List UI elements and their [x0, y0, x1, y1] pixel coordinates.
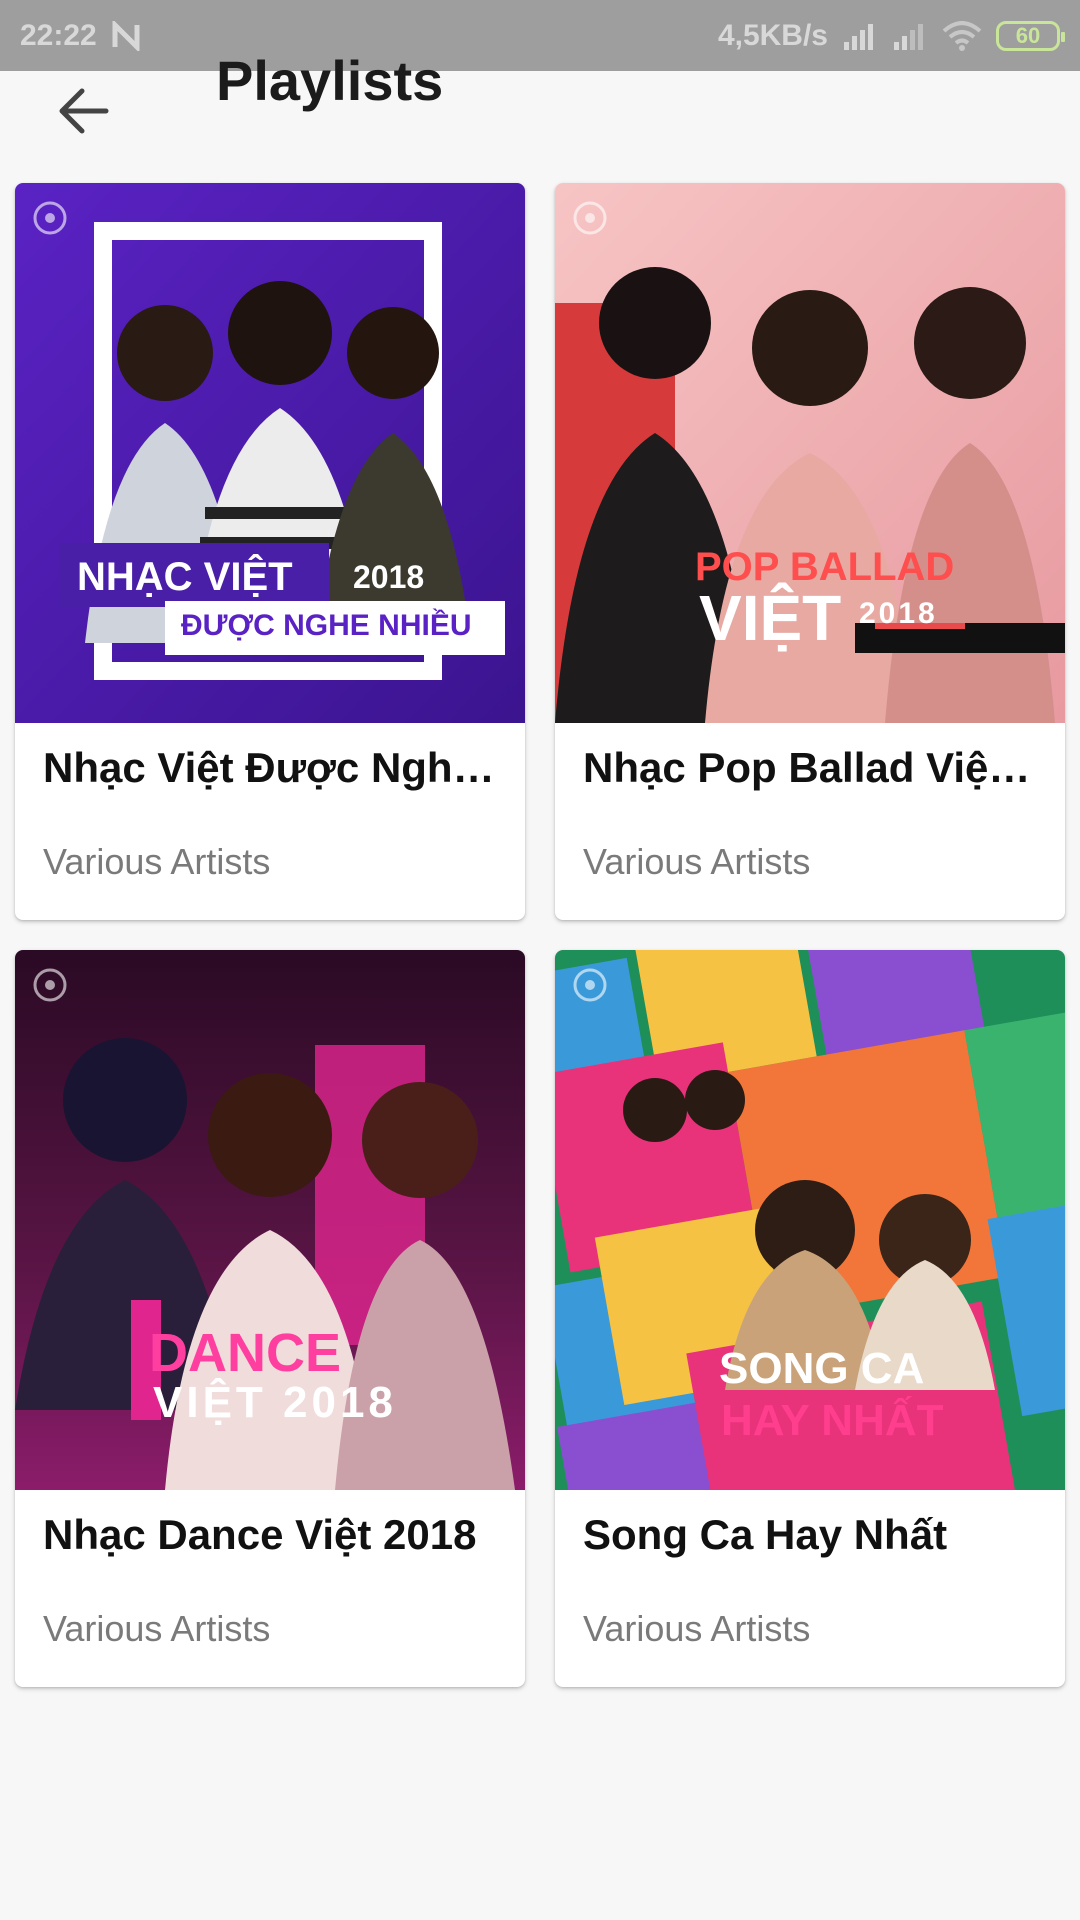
- battery-level: 60: [1015, 22, 1041, 48]
- disc-icon: [33, 968, 67, 1002]
- playlist-title: Song Ca Hay Nhất: [583, 1511, 948, 1558]
- arrow-left-icon: [56, 83, 112, 144]
- status-time: 22:22: [20, 18, 97, 52]
- playlist-artist: Various Artists: [583, 1608, 811, 1649]
- status-bar: 22:22 4,5KB/s 60: [0, 0, 1080, 71]
- cover-text: SONG CA: [719, 1344, 925, 1393]
- playlist-artist: Various Artists: [583, 841, 811, 882]
- card-info: Nhạc Pop Ballad Việt 2018 Various Artist…: [555, 723, 1065, 883]
- playlist-cover: POP BALLAD VIỆT 2018: [555, 183, 1065, 723]
- card-info: Nhạc Dance Việt 2018 Various Artists: [15, 1490, 525, 1650]
- playlist-grid: NHẠC VIỆT 2018 ĐƯỢC NGHE NHIỀU Nhạc Việt…: [15, 183, 1066, 1687]
- notification-n-icon: [111, 20, 141, 51]
- playlist-title: Nhạc Pop Ballad Việt 2018: [583, 744, 1037, 791]
- wifi-icon: [942, 20, 982, 51]
- cover-text: 2018: [859, 597, 938, 630]
- playlist-artist: Various Artists: [43, 841, 271, 882]
- status-bar-right: 4,5KB/s 60: [717, 18, 1065, 53]
- disc-icon: [573, 968, 607, 1002]
- app-header: Playlists: [0, 53, 1080, 175]
- playlist-title: Nhạc Việt Được Nghe Nhiều 2018: [43, 744, 497, 791]
- card-info: Nhạc Việt Được Nghe Nhiều 2018 Various A…: [15, 723, 525, 883]
- cover-text: VIỆT 2018: [153, 1378, 397, 1427]
- back-button[interactable]: [52, 81, 116, 145]
- playlist-card[interactable]: SONG CA HAY NHẤT Song Ca Hay Nhất Variou…: [555, 950, 1065, 1687]
- cover-text: HAY NHẤT: [721, 1396, 944, 1445]
- cover-text: VIỆT: [699, 582, 842, 654]
- playlist-card[interactable]: POP BALLAD VIỆT 2018 Nhạc Pop Ballad Việ…: [555, 183, 1065, 920]
- cover-text: ĐƯỢC NGHE NHIỀU: [181, 609, 472, 642]
- playlist-cover: DANCE VIỆT 2018: [15, 950, 525, 1490]
- disc-icon: [573, 201, 607, 235]
- signal-icon: [892, 22, 928, 50]
- signal-icon: [842, 22, 878, 50]
- playlist-title: Nhạc Dance Việt 2018: [43, 1511, 477, 1558]
- page-title: Playlists: [216, 49, 444, 112]
- status-bar-left: 22:22: [20, 19, 141, 53]
- playlist-cover: SONG CA HAY NHẤT: [555, 950, 1065, 1490]
- card-info: Song Ca Hay Nhất Various Artists: [555, 1490, 1065, 1650]
- playlist-card[interactable]: NHẠC VIỆT 2018 ĐƯỢC NGHE NHIỀU Nhạc Việt…: [15, 183, 525, 920]
- playlist-artist: Various Artists: [43, 1608, 271, 1649]
- network-speed: 4,5KB/s: [717, 18, 828, 52]
- cover-text: DANCE: [149, 1323, 342, 1383]
- disc-icon: [33, 201, 67, 235]
- playlist-card[interactable]: DANCE VIỆT 2018 Nhạc Dance Việt 2018 Var…: [15, 950, 525, 1687]
- battery-icon: 60: [996, 20, 1065, 51]
- playlist-cover: NHẠC VIỆT 2018 ĐƯỢC NGHE NHIỀU: [15, 183, 525, 723]
- cover-text: 2018: [353, 559, 425, 595]
- cover-text: NHẠC VIỆT: [77, 555, 293, 599]
